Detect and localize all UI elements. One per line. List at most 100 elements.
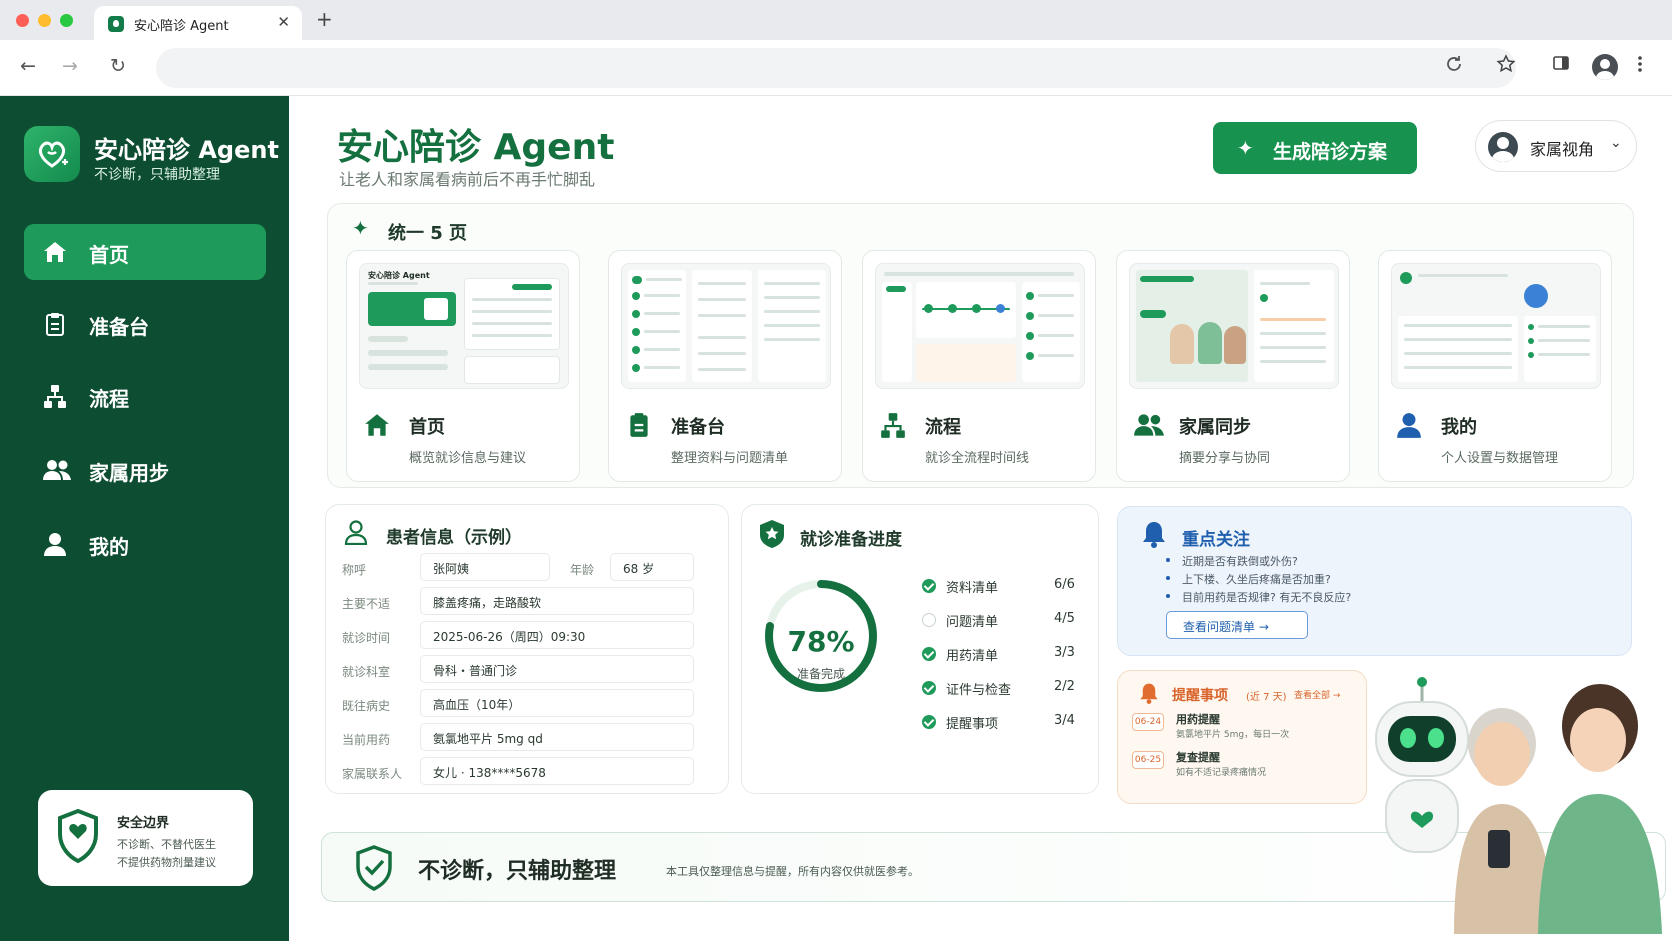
page-card-flow[interactable]: 流程 就诊全流程时间线 <box>862 250 1096 482</box>
checklist-count: 4/5 <box>1054 611 1075 626</box>
field-label: 主要不适 <box>342 597 391 611</box>
visit-time-field[interactable]: 2025-06-26（周四）09:30 <box>420 621 694 649</box>
focus-panel: 重点关注 近期是否有跌倒或外伤? 上下楼、久坐后疼痛是否加重? 目前用药是否规律… <box>1117 506 1632 656</box>
checklist-label: 资料清单 <box>946 581 999 596</box>
brand-title: 安心陪诊 Agent <box>94 136 279 164</box>
tab-close-icon[interactable]: ✕ <box>277 13 290 31</box>
page-card-desc: 概览就诊信息与建议 <box>409 451 527 466</box>
age-field[interactable]: 68 岁 <box>610 553 694 581</box>
sidebar-item-label: 家属用步 <box>89 461 169 485</box>
check-done-icon <box>922 715 936 729</box>
app-logo <box>24 126 80 182</box>
page-card-desc: 整理资料与问题清单 <box>671 451 789 466</box>
sidebar-item-label: 流程 <box>89 387 129 411</box>
field-label: 既往病史 <box>342 699 391 713</box>
browser-tab[interactable]: 安心陪诊 Agent ✕ <box>94 6 302 40</box>
reminders-panel: 提醒事项 (近 7 天) 查看全部 → 06-24 用药提醒 氨氯地平片 5mg… <box>1117 670 1367 804</box>
sparkle-icon: ✦ <box>352 216 369 240</box>
reload-page-icon[interactable] <box>1444 54 1464 74</box>
reminder-desc: 如有不适记录疼痛情况 <box>1176 768 1267 778</box>
page-card-prep[interactable]: 准备台 整理资料与问题清单 <box>608 250 842 482</box>
sidebar-item-family[interactable]: 家属用步 <box>24 442 266 498</box>
page-subtitle: 让老人和家属看病前后不再手忙脚乱 <box>339 170 596 189</box>
page-card-family[interactable]: 家属同步 摘要分享与协同 <box>1116 250 1350 482</box>
checklist-label: 证件与检查 <box>946 683 1012 698</box>
sidebar-item-flow[interactable]: 流程 <box>24 368 266 424</box>
chevron-down-icon: ⌄ <box>1610 135 1622 151</box>
history-field[interactable]: 高血压（10年） <box>420 689 694 717</box>
page-thumbnail <box>621 263 831 389</box>
reminders-range: (近 7 天) <box>1246 692 1287 703</box>
page-thumbnail <box>875 263 1085 389</box>
department-field[interactable]: 骨科・普通门诊 <box>420 655 694 683</box>
minimize-window-button[interactable] <box>38 14 51 27</box>
medication-field[interactable]: 氨氯地平片 5mg qd <box>420 723 694 751</box>
checklist-label: 提醒事项 <box>946 717 999 732</box>
progress-title: 就诊准备进度 <box>800 530 902 550</box>
forward-button[interactable]: → <box>62 54 78 78</box>
profile-avatar[interactable] <box>1592 54 1618 80</box>
robot-icon <box>1375 677 1469 853</box>
badge-star-icon <box>760 520 784 548</box>
reload-button[interactable]: ↻ <box>110 54 126 78</box>
checklist-count: 2/2 <box>1054 679 1075 694</box>
page-card-title: 我的 <box>1441 417 1477 438</box>
safety-line: 不提供药物剂量建议 <box>117 856 216 869</box>
pages-heading: 统一 5 页 <box>388 223 468 244</box>
user-outline-icon <box>344 520 368 545</box>
view-all-reminders-link[interactable]: 查看全部 → <box>1294 688 1340 701</box>
page-card-home[interactable]: 安心陪诊 Agent 首页 概览就诊信息与建议 <box>346 250 580 482</box>
sidebar-item-mine[interactable]: 我的 <box>24 516 266 572</box>
reminder-title: 用药提醒 <box>1176 713 1220 726</box>
name-field[interactable]: 张阿姨 <box>420 553 550 581</box>
field-label: 年龄 <box>570 563 595 577</box>
check-done-icon <box>922 647 936 661</box>
brand-subtitle: 不诊断，只辅助整理 <box>94 167 220 183</box>
sidebar-item-prep[interactable]: 准备台 <box>24 296 266 352</box>
tab-title: 安心陪诊 Agent <box>134 19 229 34</box>
address-bar[interactable] <box>156 48 1516 88</box>
new-tab-button[interactable]: + <box>316 7 333 31</box>
safety-boundary-card: 安全边界 不诊断、不替代医生 不提供药物剂量建议 <box>38 790 253 886</box>
heart-hands-icon <box>38 141 68 168</box>
checklist-count: 3/4 <box>1054 713 1075 728</box>
user-icon <box>1397 413 1421 438</box>
page-card-mine[interactable]: 我的 个人设置与数据管理 <box>1378 250 1612 482</box>
patient-info-panel: 患者信息（示例） 称呼 张阿姨 年龄 68 岁 主要不适 膝盖疼痛，走路酸软 就… <box>325 504 729 794</box>
checklist-count: 3/3 <box>1054 645 1075 660</box>
reminder-date: 06-25 <box>1132 751 1164 769</box>
more-menu-icon[interactable] <box>1636 54 1644 74</box>
user-icon <box>44 533 66 556</box>
maximize-window-button[interactable] <box>60 14 73 27</box>
sidebar-item-label: 准备台 <box>89 315 149 339</box>
shield-check-icon <box>58 808 98 864</box>
flow-icon <box>44 385 66 408</box>
flow-icon <box>881 413 905 438</box>
page-card-desc: 就诊全流程时间线 <box>925 451 1030 466</box>
pages-panel: ✦ 统一 5 页 安心陪诊 Agent 首页 概览就诊信息与建议 准备台 整理资… <box>327 203 1634 488</box>
focus-title: 重点关注 <box>1182 530 1250 550</box>
reminder-title: 复查提醒 <box>1176 751 1220 764</box>
checklist-count: 6/6 <box>1054 577 1075 592</box>
close-window-button[interactable] <box>16 14 29 27</box>
page-card-desc: 个人设置与数据管理 <box>1441 451 1559 466</box>
page-card-title: 准备台 <box>671 417 725 438</box>
check-done-icon <box>922 579 936 593</box>
symptom-field[interactable]: 膝盖疼痛，走路酸软 <box>420 587 694 615</box>
family-robot-illustration <box>1375 677 1662 934</box>
safety-title: 安全边界 <box>117 816 170 831</box>
contact-field[interactable]: 女儿 · 138****5678 <box>420 757 694 785</box>
field-label: 称呼 <box>342 563 367 577</box>
sidepanel-icon[interactable] <box>1552 54 1570 72</box>
view-questions-button[interactable]: 查看问题清单 → <box>1166 611 1308 639</box>
sidebar-item-home[interactable]: 首页 <box>24 224 266 280</box>
page-thumbnail <box>1129 263 1339 389</box>
back-button[interactable]: ← <box>20 54 36 78</box>
role-switcher[interactable]: 家属视角 ⌄ <box>1475 120 1637 172</box>
bookmark-star-icon[interactable] <box>1496 54 1516 74</box>
focus-item: 目前用药是否规律? 有无不良反应? <box>1165 591 1352 604</box>
generate-plan-button[interactable]: ✦ 生成陪诊方案 <box>1213 122 1417 174</box>
user-avatar-icon <box>1488 132 1518 162</box>
sidebar-item-label: 首页 <box>89 243 129 267</box>
reminder-date: 06-24 <box>1132 713 1164 731</box>
